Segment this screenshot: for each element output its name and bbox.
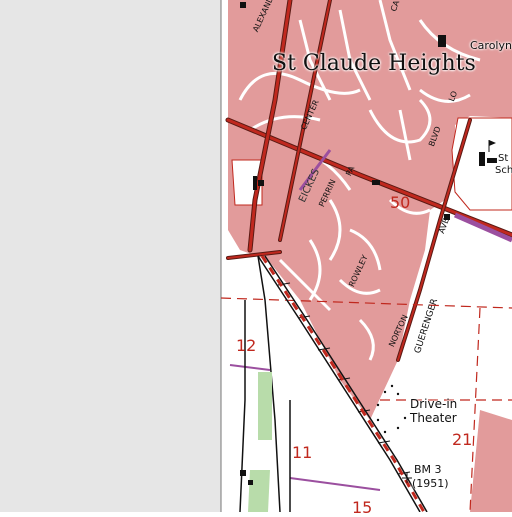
school-label-line1: St [498,153,509,164]
vegetation-patch [258,372,272,440]
benchmark-label-line1: BM 3 [414,463,442,476]
place-name-label: St Claude Heights [272,51,476,76]
carolyn-label: Carolyn [470,39,512,52]
school-label-line2: Sch [495,165,512,176]
topographic-map[interactable]: St Claude Heights Carolyn Drive-in Theat… [0,0,512,516]
river-area [0,0,221,512]
benchmark-marker [402,473,412,483]
section-number-12: 12 [236,336,257,355]
benchmark-label-line2: (1951) [412,477,449,490]
section-number-50: 50 [390,193,411,212]
map-canvas[interactable] [0,0,512,512]
section-number-11: 11 [292,443,313,462]
section-number-15: 15 [352,498,373,517]
vegetation-patch-south [248,470,270,512]
drive-in-label-line2: Theater [410,411,457,425]
section-number-21: 21 [452,430,473,449]
urban-area-east [470,410,512,512]
drive-in-label-line1: Drive-in [410,397,458,411]
